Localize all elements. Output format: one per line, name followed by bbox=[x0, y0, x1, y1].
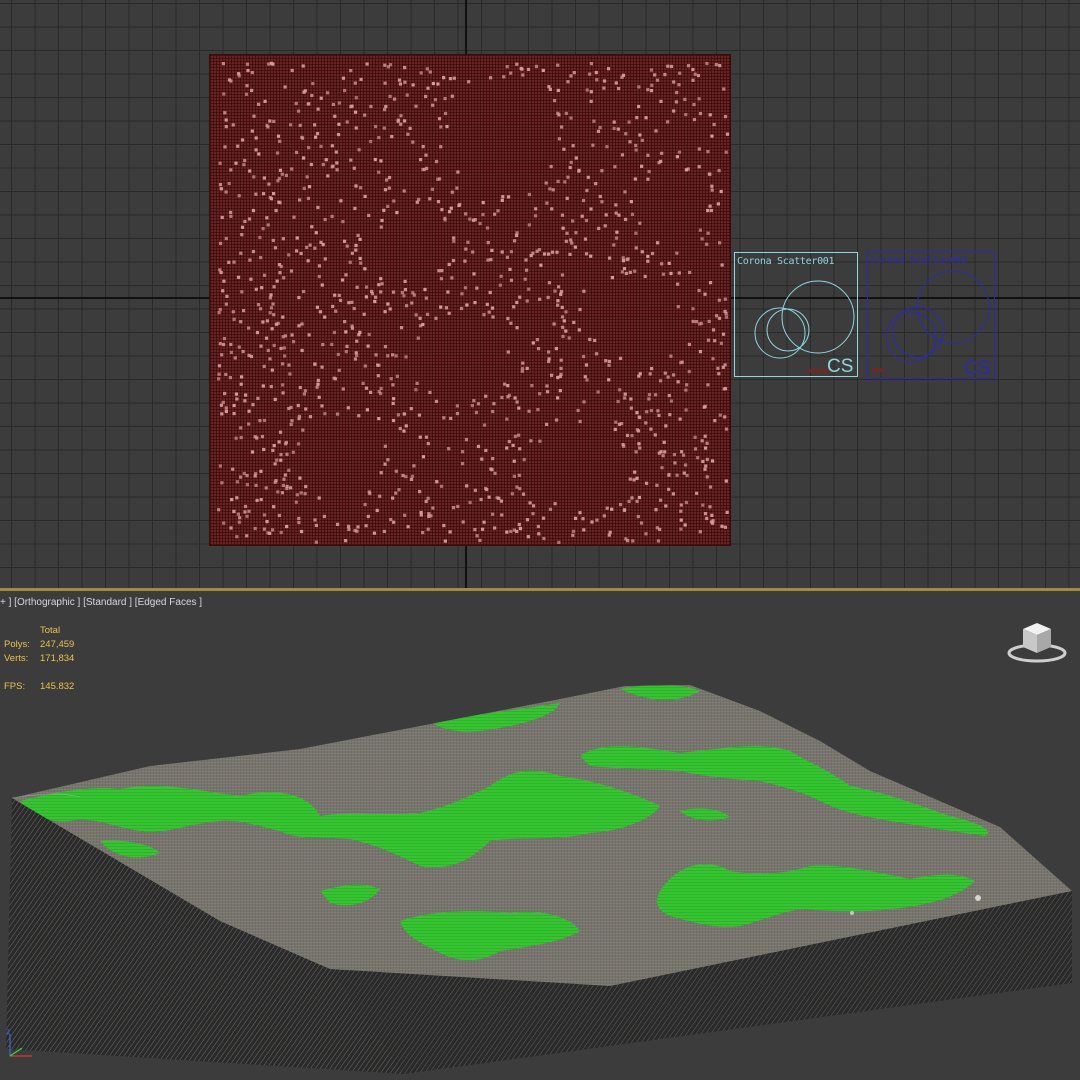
cs-badge-2: CS bbox=[964, 358, 990, 379]
stats-header: Total bbox=[40, 625, 61, 636]
axis-tripod-icon: z bbox=[6, 1027, 32, 1057]
scatter-instances bbox=[217, 61, 730, 544]
scatter-helper-icon: CS bbox=[754, 280, 855, 377]
polys-value: 247,459 bbox=[40, 639, 75, 650]
viewcube-icon[interactable] bbox=[1005, 619, 1075, 669]
scatter-helper-icon: CS bbox=[872, 270, 990, 379]
viewport-label[interactable]: + ] [Orthographic ] [Standard ] [Edged F… bbox=[0, 597, 202, 608]
perspective-viewport[interactable]: + ] [Orthographic ] [Standard ] [Edged F… bbox=[0, 591, 1080, 1080]
corona-scatter-001-helper[interactable]: Corona Scatter001 CS bbox=[734, 252, 858, 377]
svg-text:z: z bbox=[6, 1027, 10, 1036]
fps-value: 145.832 bbox=[40, 681, 75, 692]
verts-label: Verts: bbox=[4, 653, 29, 664]
scatter-plane[interactable] bbox=[209, 54, 731, 546]
polys-label: Polys: bbox=[4, 639, 30, 650]
terrain-mesh[interactable] bbox=[0, 591, 1080, 1080]
top-viewport[interactable]: Corona Scatter001 CS Corona Scatter002 C… bbox=[0, 0, 1080, 588]
cs-badge-1: CS bbox=[827, 356, 853, 377]
corona-scatter-002-helper[interactable]: Corona Scatter002 CS bbox=[867, 251, 995, 379]
verts-value: 171,834 bbox=[40, 653, 75, 664]
fps-label: FPS: bbox=[4, 681, 26, 692]
